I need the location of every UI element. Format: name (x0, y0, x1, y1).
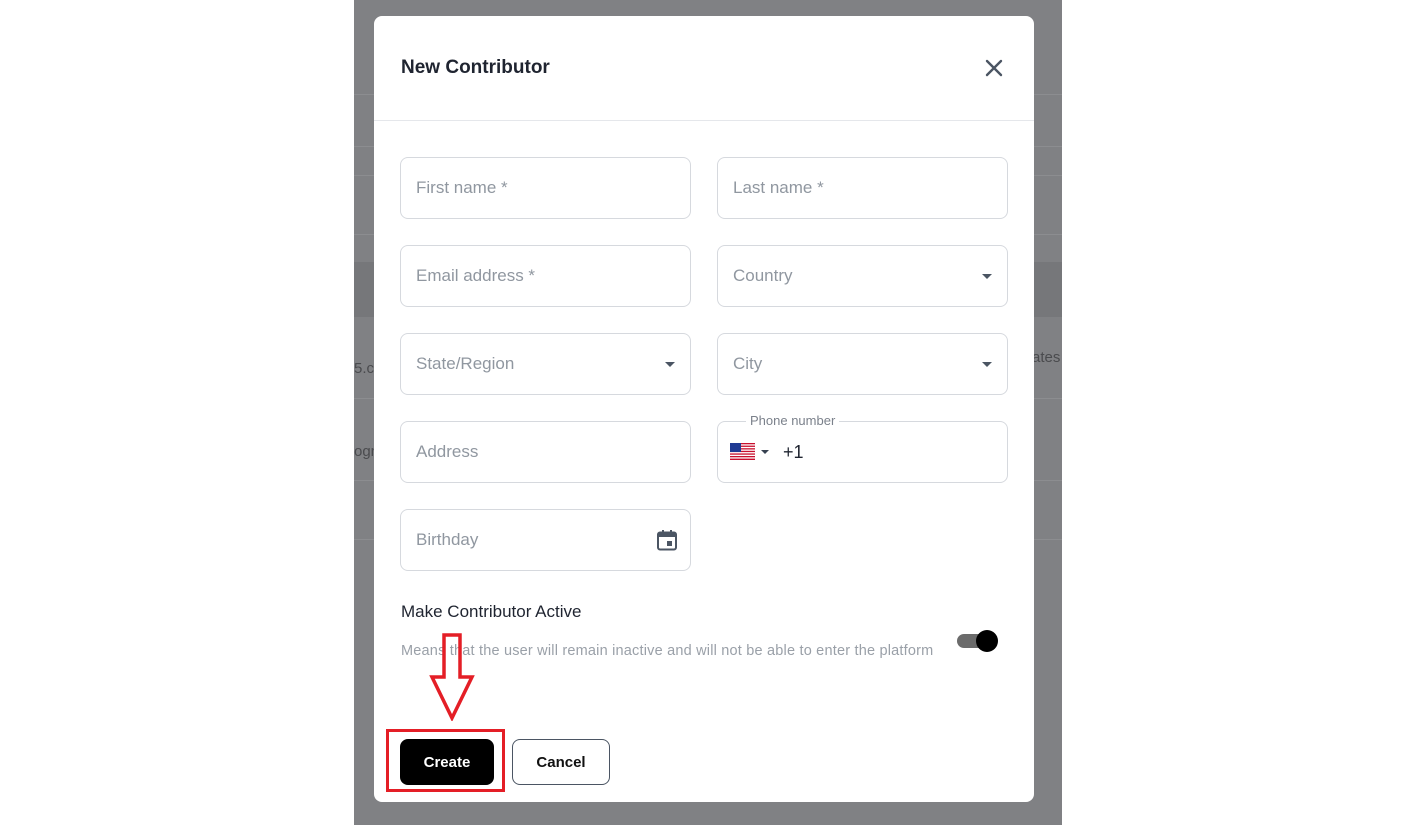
birthday-input[interactable]: Birthday (400, 509, 691, 571)
bg-cell-text: 5.c (354, 360, 375, 377)
chevron-down-icon (665, 362, 675, 367)
phone-number-label: Phone number (746, 413, 840, 428)
address-input[interactable]: Address (400, 421, 691, 483)
last-name-placeholder: Last name * (733, 178, 824, 197)
us-flag-icon[interactable] (730, 443, 755, 460)
annotation-arrow-icon (429, 633, 475, 721)
first-name-placeholder: First name * (416, 178, 508, 197)
make-active-description: Means that the user will remain inactive… (401, 643, 934, 659)
city-select[interactable]: City (717, 333, 1008, 395)
email-input[interactable]: Email address * (400, 245, 691, 307)
bg-cell-text: ates (1032, 349, 1061, 366)
make-active-title: Make Contributor Active (401, 602, 582, 621)
city-placeholder: City (733, 354, 763, 373)
dial-code: +1 (783, 442, 804, 462)
state-region-placeholder: State/Region (416, 354, 515, 373)
country-code-caret-icon[interactable] (761, 450, 769, 454)
first-name-input[interactable]: First name * (400, 157, 691, 219)
close-icon[interactable] (982, 56, 1006, 80)
state-region-select[interactable]: State/Region (400, 333, 691, 395)
toggle-knob (976, 630, 998, 652)
country-select[interactable]: Country (717, 245, 1008, 307)
active-toggle[interactable] (957, 630, 999, 652)
annotation-highlight-box (386, 729, 505, 792)
last-name-input[interactable]: Last name * (717, 157, 1008, 219)
modal-header: New Contributor (374, 16, 1034, 121)
email-placeholder: Email address * (416, 266, 536, 285)
phone-number-input[interactable]: Phone number +1 (717, 413, 1008, 483)
modal-title: New Contributor (401, 57, 550, 78)
address-placeholder: Address (416, 442, 479, 461)
birthday-placeholder: Birthday (416, 530, 479, 549)
calendar-icon[interactable] (655, 528, 679, 552)
country-placeholder: Country (733, 266, 793, 285)
cancel-button[interactable]: Cancel (512, 739, 610, 785)
chevron-down-icon (982, 274, 992, 279)
chevron-down-icon (982, 362, 992, 367)
